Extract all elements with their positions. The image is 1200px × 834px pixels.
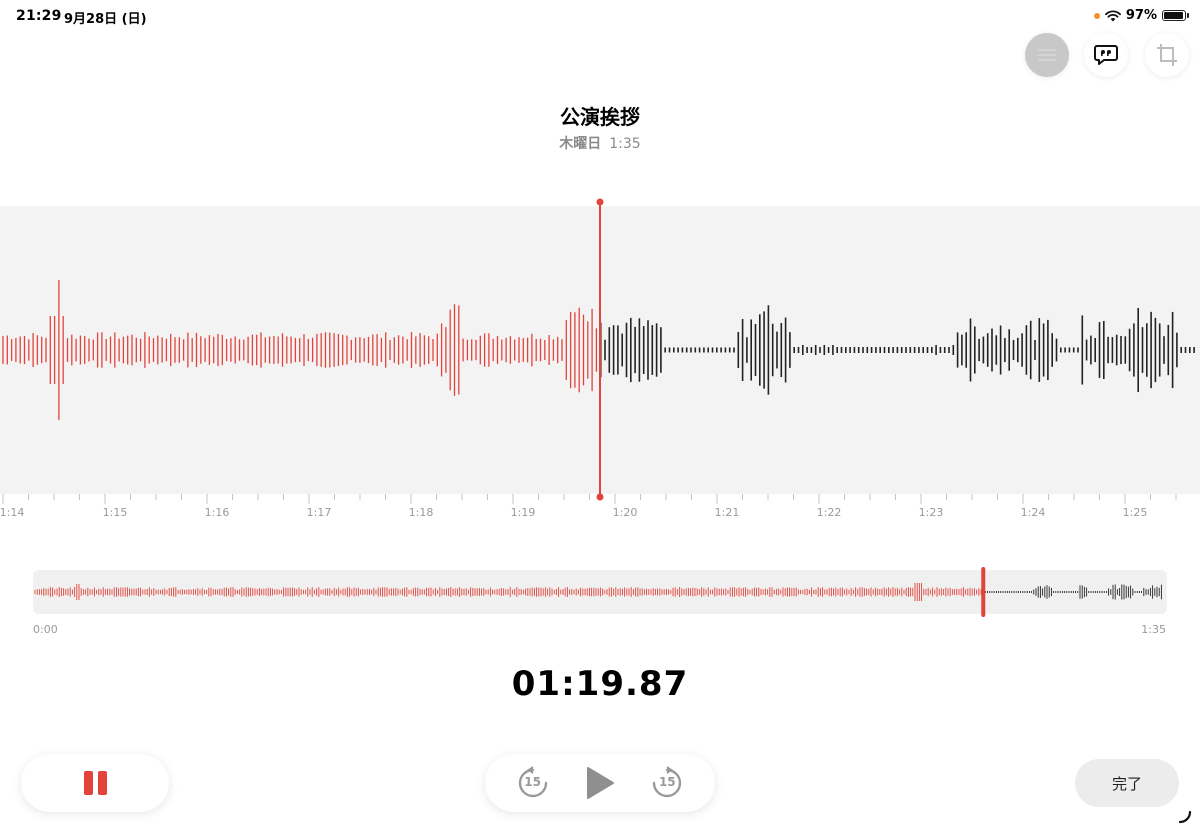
overview-playhead — [981, 567, 986, 617]
ruler-tick-label: 1:23 — [918, 506, 944, 519]
recording-duration: 1:35 — [609, 136, 641, 152]
trim-button[interactable] — [1145, 33, 1189, 77]
time-ruler: 1:14 1:15 1:16 1:17 1:18 1:19 1:20 1:21 1:22 1:23… — [0, 494, 1200, 524]
ruler-ticks — [2, 494, 1177, 504]
status-indicators: 97% — [1093, 8, 1189, 23]
status-date: 9月28日 (日) — [64, 12, 147, 27]
transcript-button[interactable] — [1084, 33, 1128, 77]
ruler-tick-label: 1:15 — [102, 506, 128, 519]
ruler-tick-label: 1:16 — [204, 506, 230, 519]
filter-button[interactable] — [1025, 33, 1069, 77]
overview-start-time: 0:00 — [33, 623, 58, 636]
transcript-quote-icon — [1094, 45, 1118, 65]
battery-icon — [1162, 10, 1189, 21]
recording-day: 木曜日 — [559, 136, 602, 152]
done-button[interactable]: 完了 — [1075, 759, 1179, 807]
recording-title[interactable]: 公演挨拶 — [0, 101, 1200, 130]
waveform-detail[interactable] — [0, 198, 1200, 501]
pause-button[interactable] — [21, 754, 169, 812]
elapsed-time: 01:19.87 — [511, 664, 689, 704]
play-button[interactable] — [583, 766, 617, 800]
waveform-bars — [2, 198, 1195, 501]
ruler-tick-label: 1:25 — [1122, 506, 1148, 519]
ruler-tick-label: 1:19 — [510, 506, 536, 519]
status-bar: 21:29 9月28日 (日) 97% — [0, 0, 1200, 32]
ruler-tick-label: 1:17 — [306, 506, 332, 519]
crop-icon — [1157, 44, 1177, 66]
skip-back-button[interactable]: 15 — [516, 766, 550, 800]
transport-controls: 15 15 — [485, 754, 715, 812]
ruler-tick-label: 1:20 — [612, 506, 638, 519]
ruler-tick-label: 1:21 — [714, 506, 740, 519]
play-icon — [586, 767, 614, 799]
status-time: 21:29 — [16, 8, 62, 24]
overview-waveform — [34, 567, 1162, 617]
playhead-handle — [596, 198, 604, 206]
pause-icon — [83, 771, 107, 795]
ruler-tick-label: 1:22 — [816, 506, 842, 519]
loading-arc-icon — [1178, 810, 1192, 824]
ruler-tick-label: 1:24 — [1020, 506, 1046, 519]
overview-scrubber[interactable] — [33, 567, 1167, 617]
ruler-tick-label: 1:18 — [408, 506, 434, 519]
skip-forward-button[interactable]: 15 — [650, 766, 684, 800]
skip-forward-label: 15 — [658, 775, 676, 789]
filter-icon — [1038, 49, 1056, 61]
battery-percent: 97% — [1125, 8, 1157, 23]
skip-back-label: 15 — [524, 775, 541, 789]
ruler-tick-label: 1:14 — [0, 506, 25, 519]
wifi-icon — [1104, 9, 1121, 21]
recording-meta: 木曜日 1:35 — [0, 133, 1200, 153]
mic-in-use-dot — [1093, 12, 1100, 19]
overview-end-time: 1:35 — [1141, 623, 1166, 636]
